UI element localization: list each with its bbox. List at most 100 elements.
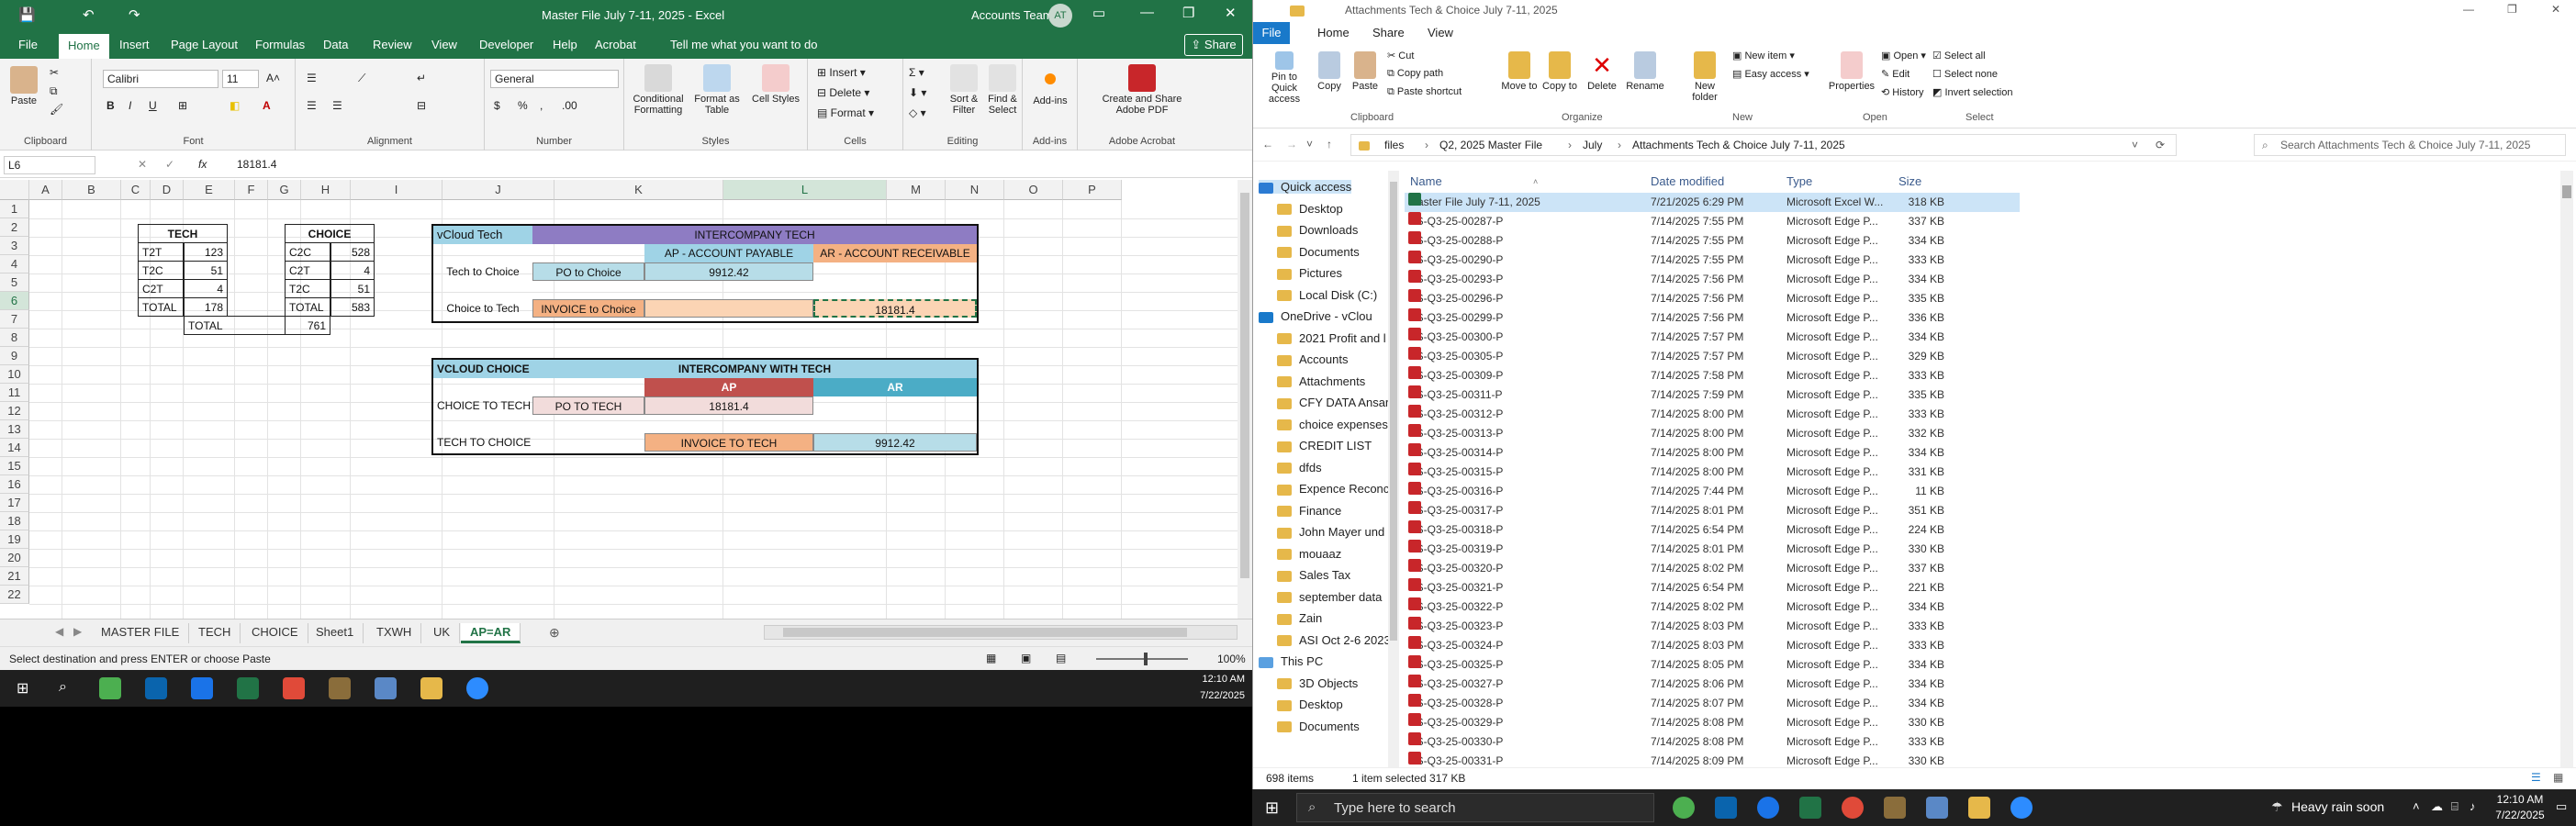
column-header[interactable]: H bbox=[301, 180, 351, 200]
nav-pane-scrollbar[interactable] bbox=[1388, 171, 1399, 767]
column-header[interactable]: C bbox=[121, 180, 151, 200]
nav-item[interactable]: Local Disk (C:) bbox=[1277, 288, 1377, 302]
edit-button[interactable]: ✎ Edit bbox=[1881, 68, 1910, 80]
taskbar-time[interactable]: 12:10 AM bbox=[2488, 793, 2552, 806]
ap-empty-cell[interactable] bbox=[644, 299, 813, 318]
row-header[interactable]: 3 bbox=[0, 237, 29, 255]
row-header[interactable]: 18 bbox=[0, 512, 29, 530]
tech-header[interactable]: TECH bbox=[138, 224, 228, 243]
currency-icon[interactable]: $ bbox=[494, 99, 500, 112]
choice-value[interactable]: 528 bbox=[330, 242, 375, 262]
underline-button[interactable]: U bbox=[149, 99, 157, 112]
choice-label[interactable]: C2C bbox=[285, 242, 330, 262]
nav-item[interactable]: Pictures bbox=[1277, 266, 1342, 280]
find-select-button[interactable]: Find & Select bbox=[984, 64, 1021, 116]
merge-center-icon[interactable]: ⊟ bbox=[417, 99, 426, 112]
column-header[interactable]: D bbox=[151, 180, 184, 200]
cut-icon[interactable]: ✂ bbox=[50, 66, 59, 79]
app-icon[interactable] bbox=[329, 677, 351, 699]
nav-item[interactable]: This PC bbox=[1259, 654, 1323, 668]
nav-item[interactable]: Zain bbox=[1277, 611, 1322, 625]
new-sheet-icon[interactable]: ⊕ bbox=[549, 625, 560, 641]
zoom-level[interactable]: 100% bbox=[1217, 653, 1246, 665]
nav-item[interactable]: Documents bbox=[1277, 245, 1360, 259]
file-scroll-thumb[interactable] bbox=[2562, 185, 2571, 198]
chrome-icon[interactable] bbox=[1673, 797, 1695, 819]
insert-cells-button[interactable]: ⊞ Insert ▾ bbox=[817, 66, 866, 79]
intercompany-tech-header[interactable]: INTERCOMPANY TECH bbox=[532, 226, 977, 244]
select-all-button[interactable]: ☑ Select all bbox=[1932, 50, 1986, 61]
tab-file[interactable]: File bbox=[13, 36, 43, 53]
nav-item[interactable]: Expence Reconc bbox=[1277, 482, 1389, 496]
tech-value[interactable]: 51 bbox=[184, 261, 228, 280]
tab-acrobat[interactable]: Acrobat bbox=[589, 36, 642, 53]
up-icon[interactable]: ↑ bbox=[1327, 138, 1332, 151]
excel-taskbar-icon[interactable] bbox=[1799, 797, 1821, 819]
column-header[interactable]: P bbox=[1063, 180, 1122, 200]
zoom-app-icon[interactable] bbox=[2010, 797, 2033, 819]
maximize-icon[interactable]: ❐ bbox=[1182, 5, 1194, 21]
chrome-profile-icon[interactable] bbox=[283, 677, 305, 699]
row-header[interactable]: 7 bbox=[0, 310, 29, 329]
insert-function-icon[interactable]: fx bbox=[198, 158, 207, 171]
breadcrumb-q2[interactable]: Q2, 2025 Master File bbox=[1439, 139, 1542, 151]
copy-icon[interactable]: ⧉ bbox=[50, 84, 58, 98]
breadcrumb-attachments[interactable]: Attachments Tech & Choice July 7-11, 202… bbox=[1632, 139, 1845, 151]
ribbon-display-icon[interactable]: ▭ bbox=[1092, 5, 1105, 21]
file-row[interactable]: US-Q3-25-00312-P 7/14/2025 8:00 PM Microso… bbox=[1405, 405, 2020, 424]
tab-explorer-home[interactable]: Home bbox=[1317, 26, 1350, 39]
enter-icon[interactable]: ✓ bbox=[165, 158, 174, 171]
scroll-thumb[interactable] bbox=[1240, 193, 1249, 578]
file-row[interactable]: US-Q3-25-00318-P 7/14/2025 6:54 PM Microso… bbox=[1405, 520, 2020, 540]
vchoice-ap-value[interactable]: 18181.4 bbox=[644, 396, 813, 415]
calculator-icon[interactable] bbox=[1926, 797, 1948, 819]
column-header[interactable]: M bbox=[887, 180, 946, 200]
sheet-tab-master-file[interactable]: MASTER FILE bbox=[92, 623, 190, 643]
sheet-tab-choice[interactable]: CHOICE bbox=[242, 623, 308, 643]
explorer-minimize-icon[interactable]: — bbox=[2463, 3, 2474, 16]
nav-item[interactable]: choice expenses bbox=[1277, 418, 1388, 431]
volume-icon[interactable]: ♪ bbox=[2470, 799, 2476, 813]
choice-label[interactable]: C2T bbox=[285, 261, 330, 280]
bold-button[interactable]: B bbox=[106, 99, 115, 112]
row-header[interactable]: 13 bbox=[0, 420, 29, 439]
po-to-tech[interactable]: PO TO TECH bbox=[532, 396, 644, 415]
file-row[interactable]: US-Q3-25-00311-P 7/14/2025 7:59 PM Microso… bbox=[1405, 385, 2020, 405]
tell-me-search[interactable]: Tell me what you want to do bbox=[665, 36, 823, 53]
file-row[interactable]: US-Q3-25-00319-P 7/14/2025 8:01 PM Microso… bbox=[1405, 540, 2020, 559]
explorer-copy-button[interactable]: Copy bbox=[1314, 51, 1345, 92]
weather-text[interactable]: Heavy rain soon bbox=[2291, 799, 2384, 814]
file-row[interactable]: US-Q3-25-00331-P 7/14/2025 8:09 PM Microso… bbox=[1405, 752, 2020, 767]
outlook-icon[interactable] bbox=[145, 677, 167, 699]
pin-quick-access-button[interactable]: Pin to Quick access bbox=[1259, 51, 1310, 105]
forward-icon[interactable]: → bbox=[1286, 138, 1297, 151]
minimize-icon[interactable]: — bbox=[1140, 5, 1154, 20]
add-ins-button[interactable]: Add-ins bbox=[1028, 64, 1072, 106]
easy-access-button[interactable]: ▤ Easy access ▾ bbox=[1732, 68, 1809, 80]
row-header[interactable]: 12 bbox=[0, 402, 29, 420]
file-row[interactable]: US-Q3-25-00296-P 7/14/2025 7:56 PM Microso… bbox=[1405, 289, 2020, 308]
details-view-icon[interactable]: ☰ bbox=[2531, 771, 2541, 784]
row-header[interactable]: 21 bbox=[0, 567, 29, 586]
zoom-slider[interactable] bbox=[1096, 658, 1188, 660]
edge-icon[interactable] bbox=[191, 677, 213, 699]
file-row[interactable]: US-Q3-25-00316-P 7/14/2025 7:44 PM Microso… bbox=[1405, 482, 2020, 501]
copy-to-button[interactable]: Copy to bbox=[1541, 51, 1578, 92]
page-layout-icon[interactable]: ▣ bbox=[1021, 652, 1031, 664]
name-box[interactable]: L6 bbox=[4, 156, 95, 174]
fill-icon[interactable]: ⬇ ▾ bbox=[909, 86, 926, 99]
nav-item[interactable]: Downloads bbox=[1277, 223, 1358, 237]
back-icon[interactable]: ← bbox=[1262, 138, 1273, 151]
vchoice-ar-value[interactable]: 9912.42 bbox=[813, 433, 977, 452]
outlook-icon[interactable] bbox=[1715, 797, 1737, 819]
sheet-tab-uk[interactable]: UK bbox=[424, 623, 461, 643]
font-color-icon[interactable]: A bbox=[263, 99, 271, 112]
address-dropdown-icon[interactable]: ˅ bbox=[2132, 139, 2138, 151]
file-row[interactable]: US-Q3-25-00321-P 7/14/2025 6:54 PM Microso… bbox=[1405, 578, 2020, 597]
file-row[interactable]: US-Q3-25-00288-P 7/14/2025 7:55 PM Microso… bbox=[1405, 231, 2020, 251]
file-row[interactable]: US-Q3-25-00314-P 7/14/2025 8:00 PM Microso… bbox=[1405, 443, 2020, 463]
breadcrumb-files[interactable]: files bbox=[1384, 139, 1404, 151]
next-sheet-icon[interactable]: ▶ bbox=[73, 625, 82, 638]
tab-review[interactable]: Review bbox=[367, 36, 418, 53]
nav-item[interactable]: september data bbox=[1277, 590, 1382, 604]
